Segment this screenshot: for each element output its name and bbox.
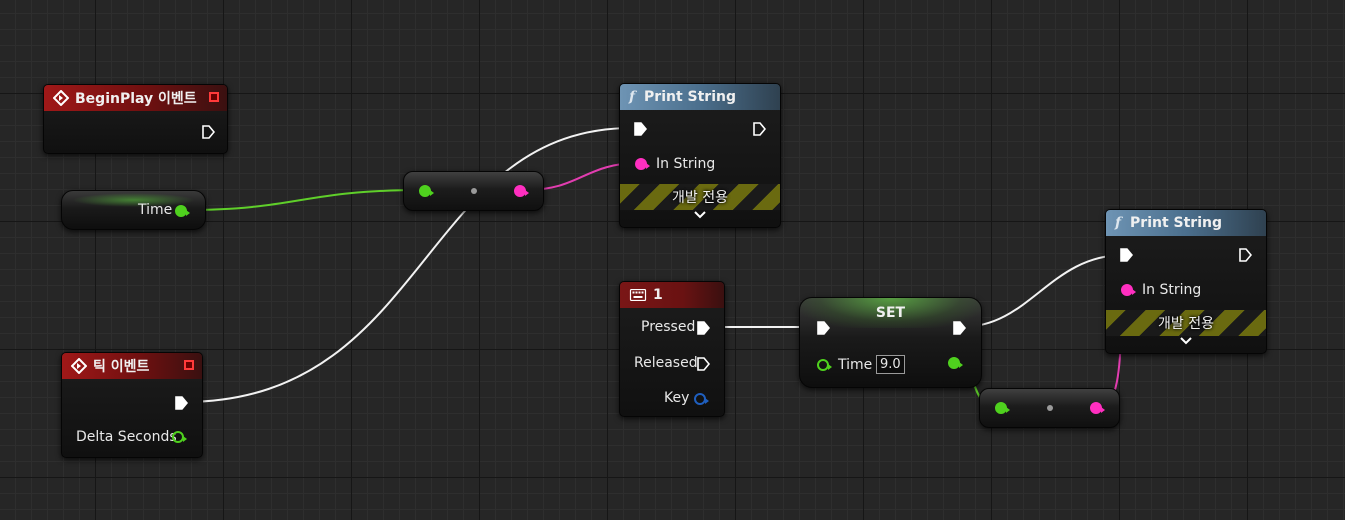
development-only-banner-2: 개발 전용 xyxy=(1106,310,1266,336)
variable-glow xyxy=(72,193,195,207)
print-string-node-1[interactable]: f Print String In String 개발 전용 xyxy=(619,83,781,228)
begin-play-header[interactable]: BeginPlay 이벤트 xyxy=(44,85,227,111)
print-string-title-2: Print String xyxy=(1130,215,1222,231)
released-label: Released xyxy=(634,355,698,371)
converter2-float-input-pin[interactable] xyxy=(995,402,1010,414)
print1-in-string-label: In String xyxy=(656,156,716,172)
print1-exec-out-pin[interactable] xyxy=(752,122,766,136)
delegate-output-pin[interactable] xyxy=(209,92,219,102)
begin-play-event-node[interactable]: BeginPlay 이벤트 xyxy=(43,84,228,154)
print1-in-string-pin[interactable] xyxy=(635,158,650,170)
wire-set-to-print2 xyxy=(961,254,1125,328)
begin-play-exec-out-pin[interactable] xyxy=(201,125,215,139)
time-value-input[interactable]: 9.0 xyxy=(876,355,905,374)
set-title: SET xyxy=(875,305,906,321)
float-to-string-converter-node[interactable] xyxy=(403,171,544,211)
delta-seconds-output-pin[interactable] xyxy=(172,431,187,443)
key-label: Key xyxy=(664,390,690,406)
print-string-header-2[interactable]: f Print String xyxy=(1106,210,1266,236)
function-icon: f xyxy=(629,89,636,105)
converter-string-output-pin[interactable] xyxy=(514,185,529,197)
dev-only-label-2: 개발 전용 xyxy=(1158,316,1214,332)
time-output-pin[interactable] xyxy=(175,205,190,217)
blueprint-graph-canvas[interactable]: BeginPlay 이벤트 Time 틱 이벤트 Delta Seconds f… xyxy=(0,0,1345,520)
print2-exec-out-pin[interactable] xyxy=(1238,248,1252,262)
event-diamond-icon xyxy=(53,90,69,106)
print2-in-string-label: In String xyxy=(1142,282,1202,298)
set-time-input-pin[interactable] xyxy=(817,359,832,371)
chevron-down-icon[interactable] xyxy=(1106,334,1266,349)
set-time-node[interactable]: SET Time 9.0 xyxy=(799,297,982,388)
converter2-string-output-pin[interactable] xyxy=(1090,402,1105,414)
tick-exec-out-pin[interactable] xyxy=(174,396,188,410)
function-icon: f xyxy=(1115,215,1122,231)
print2-in-string-pin[interactable] xyxy=(1121,284,1136,296)
delegate-output-pin[interactable] xyxy=(184,360,194,370)
chevron-down-icon[interactable] xyxy=(620,208,780,223)
converter-float-input-pin[interactable] xyxy=(419,185,434,197)
pressed-label: Pressed xyxy=(641,319,696,335)
key-1-title: 1 xyxy=(653,287,663,303)
key-1-event-node[interactable]: 1 Pressed Released Key xyxy=(619,281,725,417)
event-diamond-icon xyxy=(71,358,87,374)
set-time-label: Time xyxy=(838,357,873,373)
float-to-string-converter-node-2[interactable] xyxy=(979,388,1120,428)
tick-event-node[interactable]: 틱 이벤트 Delta Seconds xyxy=(61,352,203,458)
delta-seconds-label: Delta Seconds xyxy=(76,429,177,445)
key-struct-output-pin[interactable] xyxy=(694,393,709,405)
tick-title: 틱 이벤트 xyxy=(93,359,150,375)
converter-center-dot xyxy=(471,188,477,194)
converter2-center-dot xyxy=(1047,405,1053,411)
wire-tick-to-print1 xyxy=(185,127,633,403)
begin-play-title: BeginPlay 이벤트 xyxy=(75,91,197,107)
pressed-exec-out-pin[interactable] xyxy=(696,321,710,335)
set-exec-in-pin[interactable] xyxy=(816,321,830,335)
print1-exec-in-pin[interactable] xyxy=(633,122,647,136)
print-string-title-1: Print String xyxy=(644,89,736,105)
key-1-header[interactable]: 1 xyxy=(620,282,724,308)
development-only-banner-1: 개발 전용 xyxy=(620,184,780,210)
print-string-header-1[interactable]: f Print String xyxy=(620,84,780,110)
tick-header[interactable]: 틱 이벤트 xyxy=(62,353,202,379)
set-time-output-pin[interactable] xyxy=(948,357,963,369)
print-string-node-2[interactable]: f Print String In String 개발 전용 xyxy=(1105,209,1267,354)
wire-time-to-converter xyxy=(183,189,425,211)
time-getter-label: Time xyxy=(138,202,173,218)
print2-exec-in-pin[interactable] xyxy=(1119,248,1133,262)
released-exec-out-pin[interactable] xyxy=(696,357,710,371)
set-exec-out-pin[interactable] xyxy=(952,321,966,335)
dev-only-label-1: 개발 전용 xyxy=(672,190,728,206)
keyboard-icon xyxy=(629,289,647,301)
time-variable-getter-node[interactable]: Time xyxy=(61,190,206,230)
